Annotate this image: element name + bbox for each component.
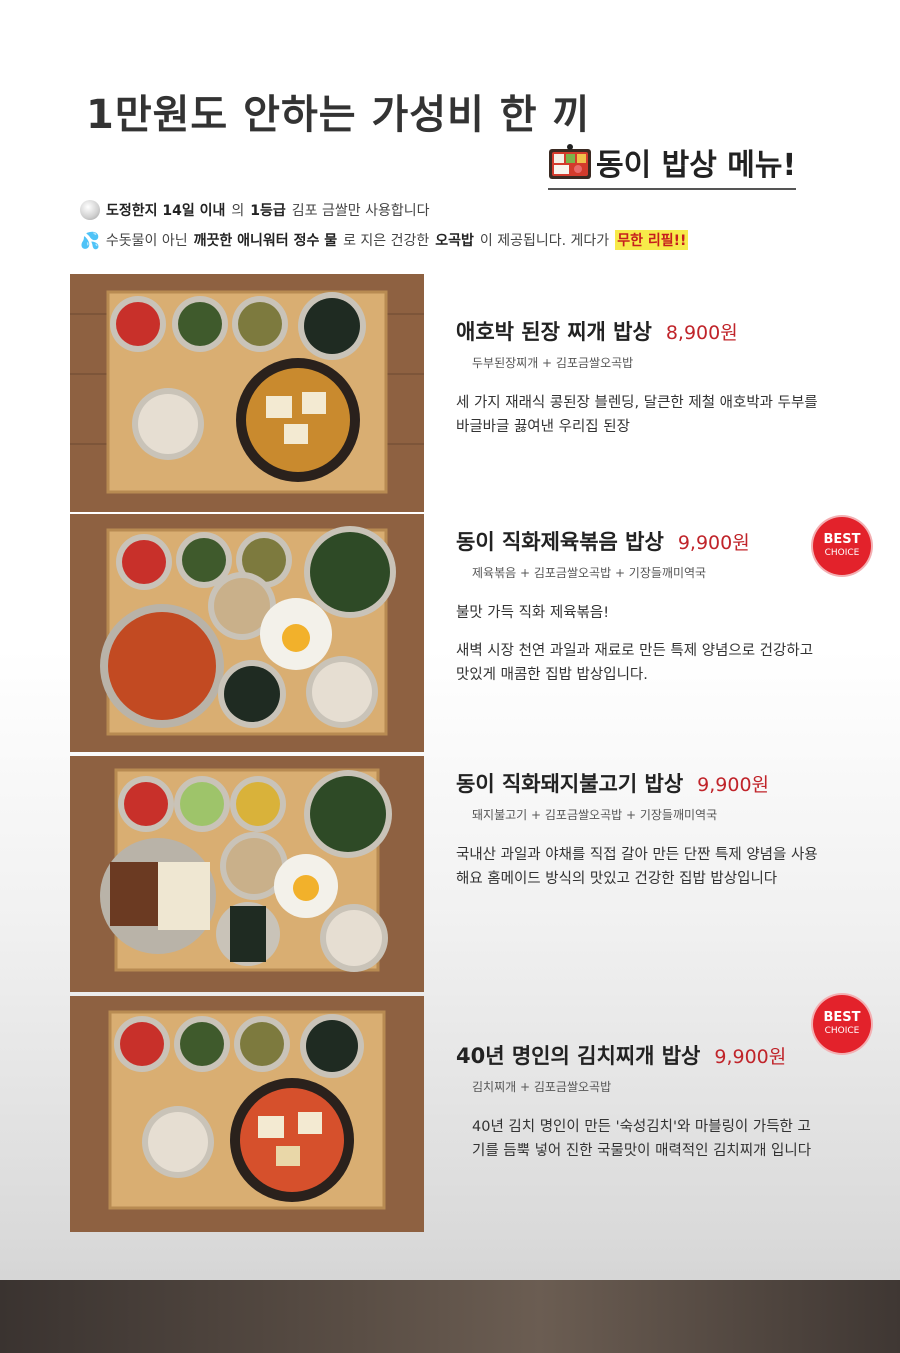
menu-desc-line: 세 가지 재래식 콩된장 블렌딩, 달큰한 제철 애호박과 두부를 바글바글 끓… xyxy=(456,395,818,435)
menu-item-kimchi: 40년 명인의 김치찌개 밥상 9,900원 김치찌개 + 김포금쌀오곡밥 40… xyxy=(456,1040,876,1177)
menu-item-doenjang: 애호박 된장 찌개 밥상 8,900원 두부된장찌개 + 김포금쌀오곡밥 세 가… xyxy=(456,316,876,453)
menu-description: 국내산 과일과 야채를 직접 갈아 만든 단짠 특제 양념을 사용해요 홈메이드… xyxy=(456,843,826,891)
menu-components: 두부된장찌개 + 김포금쌀오곡밥 xyxy=(472,356,634,370)
water-drop-icon: 💦 xyxy=(80,230,100,250)
notice-water-bold-1: 깨끗한 애니워터 정수 물 xyxy=(193,233,338,249)
badge-line2: CHOICE xyxy=(824,1026,860,1036)
notice-water-text-3: 이 제공됩니다. 게다가 xyxy=(479,233,610,249)
notice-rice: 도정한지 14일 이내 의 1등급 김포 금쌀만 사용합니다 xyxy=(80,200,430,220)
page-title: 1만원도 안하는 가성비 한 끼 xyxy=(86,92,591,138)
notice-water-text-1: 수돗물이 아닌 xyxy=(105,233,188,249)
menu-price: 9,900원 xyxy=(697,774,770,796)
menu-components: 돼지불고기 + 김포금쌀오곡밥 + 기장들깨미역국 xyxy=(472,808,718,822)
menu-name: 애호박 된장 찌개 밥상 xyxy=(456,320,652,344)
badge-line2: CHOICE xyxy=(824,548,860,558)
menu-desc-line: 새벽 시장 천연 과일과 재료로 만든 특제 양념으로 건강하고 맛있게 매콤한… xyxy=(456,643,814,683)
best-choice-badge: BEST CHOICE xyxy=(813,517,871,575)
menu-description: 세 가지 재래식 콩된장 블렌딩, 달큰한 제철 애호박과 두부를 바글바글 끓… xyxy=(456,391,826,439)
menu-header: 애호박 된장 찌개 밥상 8,900원 xyxy=(456,316,876,346)
menu-desc-line: 국내산 과일과 야채를 직접 갈아 만든 단짠 특제 양념을 사용해요 홈메이드… xyxy=(456,847,818,887)
menu-description: 40년 김치 명인이 만든 '숙성김치'와 마블링이 가득한 고기를 듬뿍 넣어… xyxy=(456,1115,822,1163)
badge-line1: BEST xyxy=(823,532,861,547)
notice-rice-text-1: 의 xyxy=(231,203,245,219)
menu-desc-line: 40년 김치 명인이 만든 '숙성김치'와 마블링이 가득한 고기를 듬뿍 넣어… xyxy=(472,1119,812,1159)
menu-name: 동이 직화돼지불고기 밥상 xyxy=(456,772,684,796)
lunchbox-icon xyxy=(549,144,591,179)
badge-line1: BEST xyxy=(823,1010,861,1025)
menu-price: 9,900원 xyxy=(677,532,750,554)
menu-components: 제육볶음 + 김포금쌀오곡밥 + 기장들깨미역국 xyxy=(472,566,707,580)
notice-water-bold-2: 오곡밥 xyxy=(435,233,474,249)
menu-header: 40년 명인의 김치찌개 밥상 9,900원 xyxy=(456,1040,876,1070)
notice-refill-highlight: 무한 리필!! xyxy=(615,230,689,250)
photo-jeyuk-set xyxy=(70,514,424,752)
notice-rice-text-2: 김포 금쌀만 사용합니다 xyxy=(291,203,430,219)
rice-icon xyxy=(80,200,100,220)
menu-price: 8,900원 xyxy=(665,322,738,344)
notice-water-text-2: 로 지은 건강한 xyxy=(343,233,430,249)
menu-components: 김치찌개 + 김포금쌀오곡밥 xyxy=(472,1080,612,1094)
photo-kimchi-set xyxy=(70,996,424,1232)
best-choice-badge: BEST CHOICE xyxy=(813,995,871,1053)
menu-page: 1만원도 안하는 가성비 한 끼 동이 밥상 메뉴! 도정한지 14일 이내 의 … xyxy=(0,0,900,1353)
notice-rice-bold-1: 도정한지 14일 이내 xyxy=(106,203,226,219)
notice-water: 💦 수돗물이 아닌 깨끗한 애니워터 정수 물 로 지은 건강한 오곡밥 이 제공됩… xyxy=(80,230,689,250)
menu-description: 불맛 가득 직화 제육볶음! 새벽 시장 천연 과일과 재료로 만든 특제 양념… xyxy=(456,601,826,687)
menu-item-bulgogi: 동이 직화돼지불고기 밥상 9,900원 돼지불고기 + 김포금쌀오곡밥 + 기… xyxy=(456,768,876,905)
menu-price: 9,900원 xyxy=(714,1046,787,1068)
subtitle-text: 동이 밥상 메뉴! xyxy=(596,148,797,183)
page-subtitle: 동이 밥상 메뉴! xyxy=(548,140,797,190)
menu-desc-line: 불맛 가득 직화 제육볶음! xyxy=(456,605,610,621)
menu-name: 40년 명인의 김치찌개 밥상 xyxy=(456,1044,701,1068)
photo-doenjang-set xyxy=(70,274,424,512)
photo-bulgogi-set xyxy=(70,756,424,992)
notice-rice-bold-2: 1등급 xyxy=(250,203,286,219)
menu-name: 동이 직화제육볶음 밥상 xyxy=(456,530,664,554)
bottom-photo-strip xyxy=(0,1280,900,1353)
menu-header: 동이 직화돼지불고기 밥상 9,900원 xyxy=(456,768,876,798)
